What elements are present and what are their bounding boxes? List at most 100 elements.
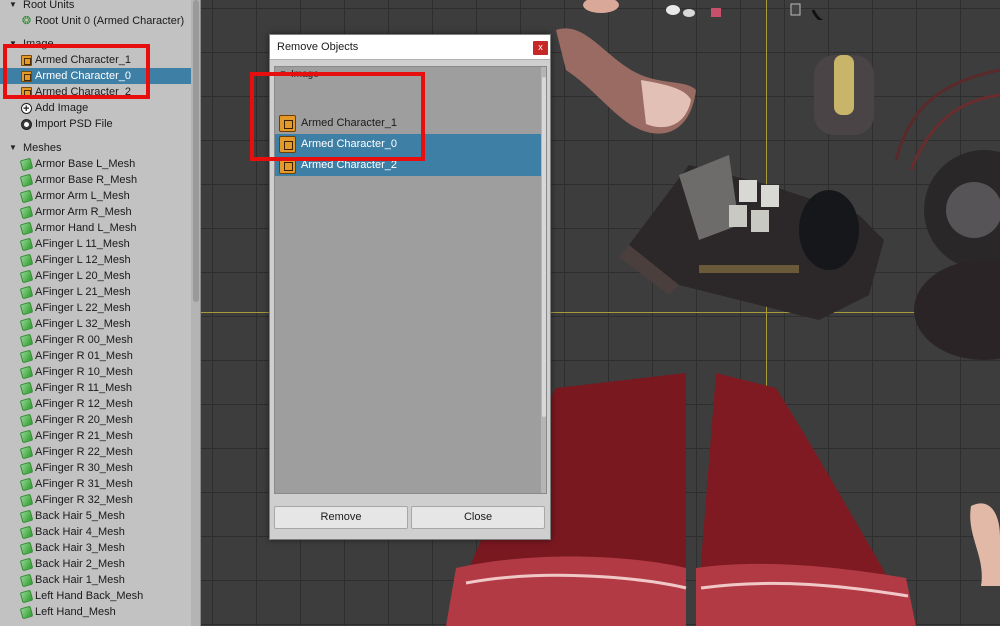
mesh-item-label: Armor Arm R_Mesh [35, 206, 132, 218]
mesh-item[interactable]: AFinger L 11_Mesh [0, 236, 191, 252]
mesh-icon [19, 253, 34, 268]
mesh-icon [19, 525, 34, 540]
mesh-icon [19, 365, 34, 380]
mesh-icon [19, 285, 34, 300]
mesh-item-label: AFinger L 11_Mesh [35, 238, 130, 250]
mesh-item[interactable]: AFinger L 21_Mesh [0, 284, 191, 300]
mesh-item-label: Left Hand_Mesh [35, 606, 116, 618]
mesh-icon [19, 269, 34, 284]
add-image-button[interactable]: Add Image [0, 100, 191, 117]
small-accessories-part [583, 0, 824, 20]
mesh-item-label: AFinger R 01_Mesh [35, 350, 133, 362]
mesh-item[interactable]: Armor Arm L_Mesh [0, 188, 191, 204]
mesh-item-label: Armor Base L_Mesh [35, 158, 136, 170]
mesh-item-label: AFinger R 31_Mesh [35, 478, 133, 490]
mesh-item[interactable]: AFinger R 11_Mesh [0, 380, 191, 396]
mesh-item[interactable]: AFinger L 32_Mesh [0, 316, 191, 332]
mesh-item-label: Back Hair 5_Mesh [35, 510, 125, 522]
mesh-item[interactable]: AFinger L 20_Mesh [0, 268, 191, 284]
hand-part [970, 503, 1000, 586]
dialog-scroll-thumb[interactable] [542, 77, 546, 417]
import-psd-button[interactable]: Import PSD File [0, 116, 191, 132]
mesh-item-label: AFinger R 00_Mesh [35, 334, 133, 346]
mesh-item-label: AFinger R 10_Mesh [35, 366, 133, 378]
mesh-item-label: AFinger R 20_Mesh [35, 414, 133, 426]
mesh-icon [19, 445, 34, 460]
armor-gauntlet-part [619, 155, 884, 320]
mesh-item[interactable]: AFinger R 22_Mesh [0, 444, 191, 460]
mesh-item[interactable]: AFinger R 21_Mesh [0, 428, 191, 444]
import-psd-icon [21, 119, 32, 130]
mesh-item-label: AFinger R 12_Mesh [35, 398, 133, 410]
mesh-item[interactable]: Left Hand_Mesh [0, 604, 191, 620]
mesh-icon [19, 413, 34, 428]
mesh-icon [19, 317, 34, 332]
mesh-item-label: AFinger L 12_Mesh [35, 254, 131, 266]
mesh-item[interactable]: Armor Base L_Mesh [0, 156, 191, 172]
mesh-item[interactable]: Back Hair 1_Mesh [0, 572, 191, 588]
dialog-list-scrollbar[interactable] [541, 67, 546, 493]
mesh-item-label: Armor Hand L_Mesh [35, 222, 137, 234]
section-root-units-label: Root Units [23, 0, 75, 11]
mesh-item-label: AFinger R 11_Mesh [35, 382, 133, 394]
mesh-item[interactable]: AFinger R 32_Mesh [0, 492, 191, 508]
hierarchy-scroll-thumb[interactable] [193, 0, 199, 302]
mesh-icon [19, 493, 34, 508]
mesh-item[interactable]: AFinger R 00_Mesh [0, 332, 191, 348]
mesh-item[interactable]: AFinger R 31_Mesh [0, 476, 191, 492]
section-root-units[interactable]: ▼ Root Units [0, 0, 191, 13]
section-meshes[interactable]: ▼ Meshes [0, 140, 191, 156]
mesh-icon [19, 429, 34, 444]
mesh-item-label: AFinger R 21_Mesh [35, 430, 133, 442]
mesh-item[interactable]: AFinger R 20_Mesh [0, 412, 191, 428]
mesh-item[interactable]: Back Hair 4_Mesh [0, 524, 191, 540]
mesh-icon [19, 221, 34, 236]
mesh-icon [19, 461, 34, 476]
mesh-item[interactable]: AFinger R 10_Mesh [0, 364, 191, 380]
mesh-item[interactable]: AFinger L 22_Mesh [0, 300, 191, 316]
mesh-item-label: AFinger L 32_Mesh [35, 318, 131, 330]
mesh-item-label: AFinger L 21_Mesh [35, 286, 131, 298]
highlight-box-dialog [250, 72, 425, 161]
mesh-item[interactable]: Back Hair 5_Mesh [0, 508, 191, 524]
mesh-item[interactable]: Back Hair 3_Mesh [0, 540, 191, 556]
mesh-item[interactable]: Armor Arm R_Mesh [0, 204, 191, 220]
mesh-icon [19, 237, 34, 252]
mesh-icon [19, 333, 34, 348]
mesh-icon [19, 205, 34, 220]
mesh-item[interactable]: Armor Hand L_Mesh [0, 220, 191, 236]
mesh-item-label: Armor Base R_Mesh [35, 174, 138, 186]
mesh-item-label: AFinger L 22_Mesh [35, 302, 131, 314]
expand-arrow-icon[interactable]: ▼ [9, 0, 17, 13]
armor-gear-part [914, 150, 1000, 360]
close-button[interactable]: Close [411, 506, 545, 529]
mesh-item-label: Back Hair 3_Mesh [35, 542, 125, 554]
mesh-icon [19, 397, 34, 412]
mesh-icon [19, 541, 34, 556]
mesh-icon [19, 509, 34, 524]
expand-arrow-icon[interactable]: ▼ [9, 140, 17, 156]
mesh-icon [19, 557, 34, 572]
mesh-icon [19, 349, 34, 364]
mesh-item[interactable]: AFinger R 30_Mesh [0, 460, 191, 476]
remove-button[interactable]: Remove [274, 506, 408, 529]
mesh-item[interactable]: AFinger R 01_Mesh [0, 348, 191, 364]
mesh-item[interactable]: Armor Base R_Mesh [0, 172, 191, 188]
mesh-item-label: AFinger R 32_Mesh [35, 494, 133, 506]
import-psd-button-label: Import PSD File [35, 118, 113, 130]
mesh-icon [19, 189, 34, 204]
mesh-item-label: Back Hair 2_Mesh [35, 558, 125, 570]
root-unit-item[interactable]: ❂ Root Unit 0 (Armed Character) [0, 13, 191, 29]
dialog-title: Remove Objects [277, 41, 359, 53]
dialog-title-bar[interactable]: Remove Objects x [270, 35, 550, 60]
mesh-icon [19, 605, 34, 620]
mesh-item[interactable]: Left Hand Back_Mesh [0, 588, 191, 604]
mesh-item[interactable]: AFinger L 12_Mesh [0, 252, 191, 268]
hierarchy-scrollbar[interactable] [191, 0, 200, 626]
mesh-item-label: Left Hand Back_Mesh [35, 590, 144, 602]
mesh-item[interactable]: Back Hair 2_Mesh [0, 556, 191, 572]
root-unit-icon: ❂ [21, 15, 32, 27]
add-icon [21, 101, 32, 117]
close-icon[interactable]: x [533, 41, 548, 55]
mesh-item[interactable]: AFinger R 12_Mesh [0, 396, 191, 412]
